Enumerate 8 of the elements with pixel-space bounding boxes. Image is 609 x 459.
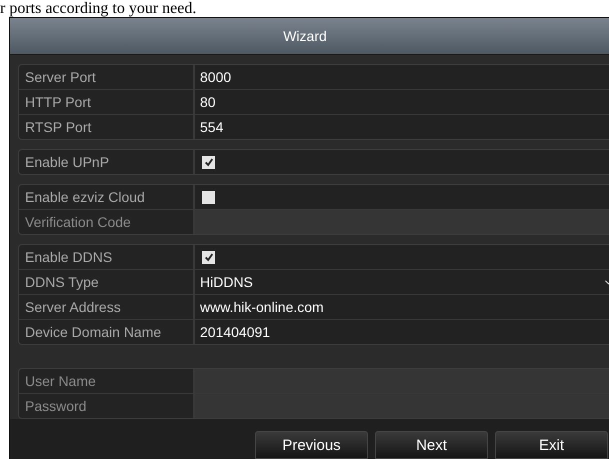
window-title: Wizard	[10, 18, 609, 56]
intro-text: r ports according to your need.	[0, 0, 198, 17]
checkbox[interactable]	[202, 190, 215, 204]
wizard-button[interactable]: Previous	[255, 431, 368, 459]
wizard-button[interactable]: Next	[375, 431, 488, 459]
checkbox[interactable]	[202, 250, 215, 264]
wizard-button[interactable]: Exit	[495, 431, 608, 459]
checkbox[interactable]	[202, 156, 215, 169]
